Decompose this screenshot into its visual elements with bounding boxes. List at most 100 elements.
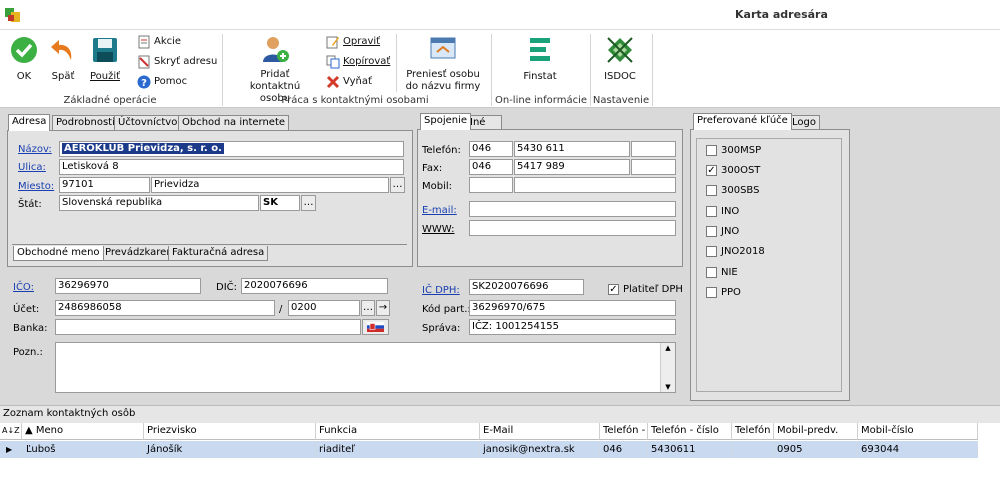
tel-ext-field[interactable] [631,141,676,157]
keys-list [696,138,842,392]
subtab-prevadzkaren[interactable]: Prevádzkareň [101,246,177,261]
hide-address-button[interactable]: Skryť adresu [137,55,217,69]
column-header-telefon-klapka[interactable]: Telefón - [732,423,774,440]
ulica-label[interactable]: Ulica: [18,162,46,174]
key-checkbox-300ost[interactable]: ✓ [706,165,717,176]
edit-pencil-icon [326,36,339,49]
bank-code-field[interactable]: 0200 [288,300,360,316]
cut-button[interactable]: Vyňať [326,75,372,89]
cell-telefon-klapka[interactable] [732,441,774,458]
cell-mobil-cislo[interactable]: 693044 [858,441,978,458]
mobil-prefix-field[interactable] [469,177,513,193]
cell-telefon-cislo[interactable]: 5430611 [648,441,732,458]
key-label-ino: INO [721,206,740,217]
transfer-to-company-button[interactable]: Preniesť osobu do názvu firmy [400,34,486,92]
cell-priezvisko[interactable]: Jánošík [144,441,316,458]
stat-code-field[interactable]: SK [260,195,300,211]
add-contact-button[interactable]: Pridať kontaktnú osobu [230,34,320,104]
mesto-lookup-button[interactable]: … [390,177,405,193]
email-field[interactable] [469,201,676,217]
poznamka-scrollbar[interactable]: ▲ ▼ [660,343,675,392]
help-button[interactable]: ? Pomoc [137,75,187,89]
tab-ine[interactable]: Iné [466,115,502,130]
document-icon [138,35,150,49]
bank-lookup-button[interactable]: … [361,300,375,316]
isdoc-button[interactable]: ISDOC [596,34,644,84]
copy-button[interactable]: Kopírovať [326,55,390,69]
tel-prefix-field[interactable]: 046 [469,141,513,157]
icdph-label[interactable]: IČ DPH: [422,285,460,297]
fax-prefix-field[interactable]: 046 [469,159,513,175]
akcie-button[interactable]: Akcie [137,35,181,49]
tab-adresa[interactable]: Adresa [8,114,51,131]
column-header-telefon-cislo[interactable]: Telefón - číslo [648,423,732,440]
nazov-field[interactable]: AEROKLUB Prievidza, s. r. o. [59,141,404,157]
use-button[interactable]: Použiť [86,34,124,84]
mesto-field[interactable]: Prievidza [151,177,389,193]
ok-label: OK [16,71,32,82]
ulica-field[interactable]: Letisková 8 [59,159,404,175]
psc-field[interactable]: 97101 [59,177,150,193]
tab-logo[interactable]: Logo [788,115,820,130]
icdph-field[interactable]: SK2020076696 [469,279,584,295]
cell-email[interactable]: janosik@nextra.sk [480,441,600,458]
mobil-number-field[interactable] [514,177,676,193]
cell-meno[interactable]: Ľuboš [22,441,144,458]
fax-ext-field[interactable] [631,159,676,175]
edit-button[interactable]: Opraviť [326,35,380,49]
contacts-list-title: Zoznam kontaktných osôb [3,408,136,419]
subtab-fakturacna-adresa[interactable]: Fakturačná adresa [168,246,269,261]
cell-telefon-predvolba[interactable]: 046 [600,441,648,458]
email-label[interactable]: E-mail: [422,205,457,217]
column-header-telefon-predvolba[interactable]: Telefón - p [600,423,648,440]
key-checkbox-300msp[interactable] [706,145,717,156]
column-header-email[interactable]: E-Mail [480,423,600,440]
subtab-obchodne-meno[interactable]: Obchodné meno [13,246,104,261]
tab-preferovane-kluce[interactable]: Preferované kľúče [693,113,792,130]
www-field[interactable] [469,220,676,236]
dic-field[interactable]: 2020076696 [241,278,388,294]
ok-button[interactable]: OK [8,34,40,84]
column-header-meno[interactable]: ▲ Meno [22,423,144,440]
miesto-label[interactable]: Miesto: [18,181,54,193]
ico-field[interactable]: 36296970 [55,278,201,294]
stat-lookup-button[interactable]: … [301,195,316,211]
column-header-priezvisko[interactable]: Priezvisko [144,423,316,440]
slovak-flag-button[interactable] [362,319,389,335]
key-checkbox-nie[interactable] [706,267,717,278]
back-button[interactable]: Späť [46,34,80,84]
column-header-mobil-predvolba[interactable]: Mobil-predv. [774,423,858,440]
add-person-icon [263,37,289,62]
banka-field[interactable] [55,319,361,335]
finstat-logo-icon [530,38,550,61]
sort-up-icon: ▲ [25,425,33,436]
cell-funkcia[interactable]: riaditeľ [316,441,480,458]
ribbon-separator [396,34,397,92]
key-checkbox-jno2018[interactable] [706,246,717,257]
platitel-dph-checkbox[interactable]: ✓ [608,284,619,295]
tab-obchod-na-internete[interactable]: Obchod na internete [178,115,290,130]
nazov-label[interactable]: Názov: [18,144,52,156]
tab-spojenie[interactable]: Spojenie [420,113,472,130]
ucet-field[interactable]: 2486986058 [55,300,275,316]
kodpart-field[interactable]: 36296970/675 [469,300,676,316]
key-checkbox-ino[interactable] [706,206,717,217]
poznamka-textarea[interactable] [55,342,676,393]
stat-field[interactable]: Slovenská republika [59,195,259,211]
finstat-button[interactable]: Finstat [516,34,564,84]
sort-column-header[interactable]: A↓Z [0,423,22,440]
cell-mobil-predvolba[interactable]: 0905 [774,441,858,458]
key-checkbox-300sbs[interactable] [706,185,717,196]
ico-label[interactable]: IČO: [13,282,34,294]
tab-podrobnosti[interactable]: Podrobnosti [52,115,119,130]
key-checkbox-ppo[interactable] [706,287,717,298]
tab-uctovnictvo[interactable]: Účtovníctvo [114,115,182,130]
column-header-mobil-cislo[interactable]: Mobil-číslo [858,423,978,440]
fax-number-field[interactable]: 5417 989 [514,159,630,175]
tel-number-field[interactable]: 5430 611 [514,141,630,157]
column-header-funkcia[interactable]: Funkcia [316,423,480,440]
bank-arrow-button[interactable]: → [376,300,390,316]
sprava-field[interactable]: IČZ: 1001254155 [469,319,676,335]
key-checkbox-jno[interactable] [706,226,717,237]
kodpart-label: Kód part.: [422,304,471,315]
